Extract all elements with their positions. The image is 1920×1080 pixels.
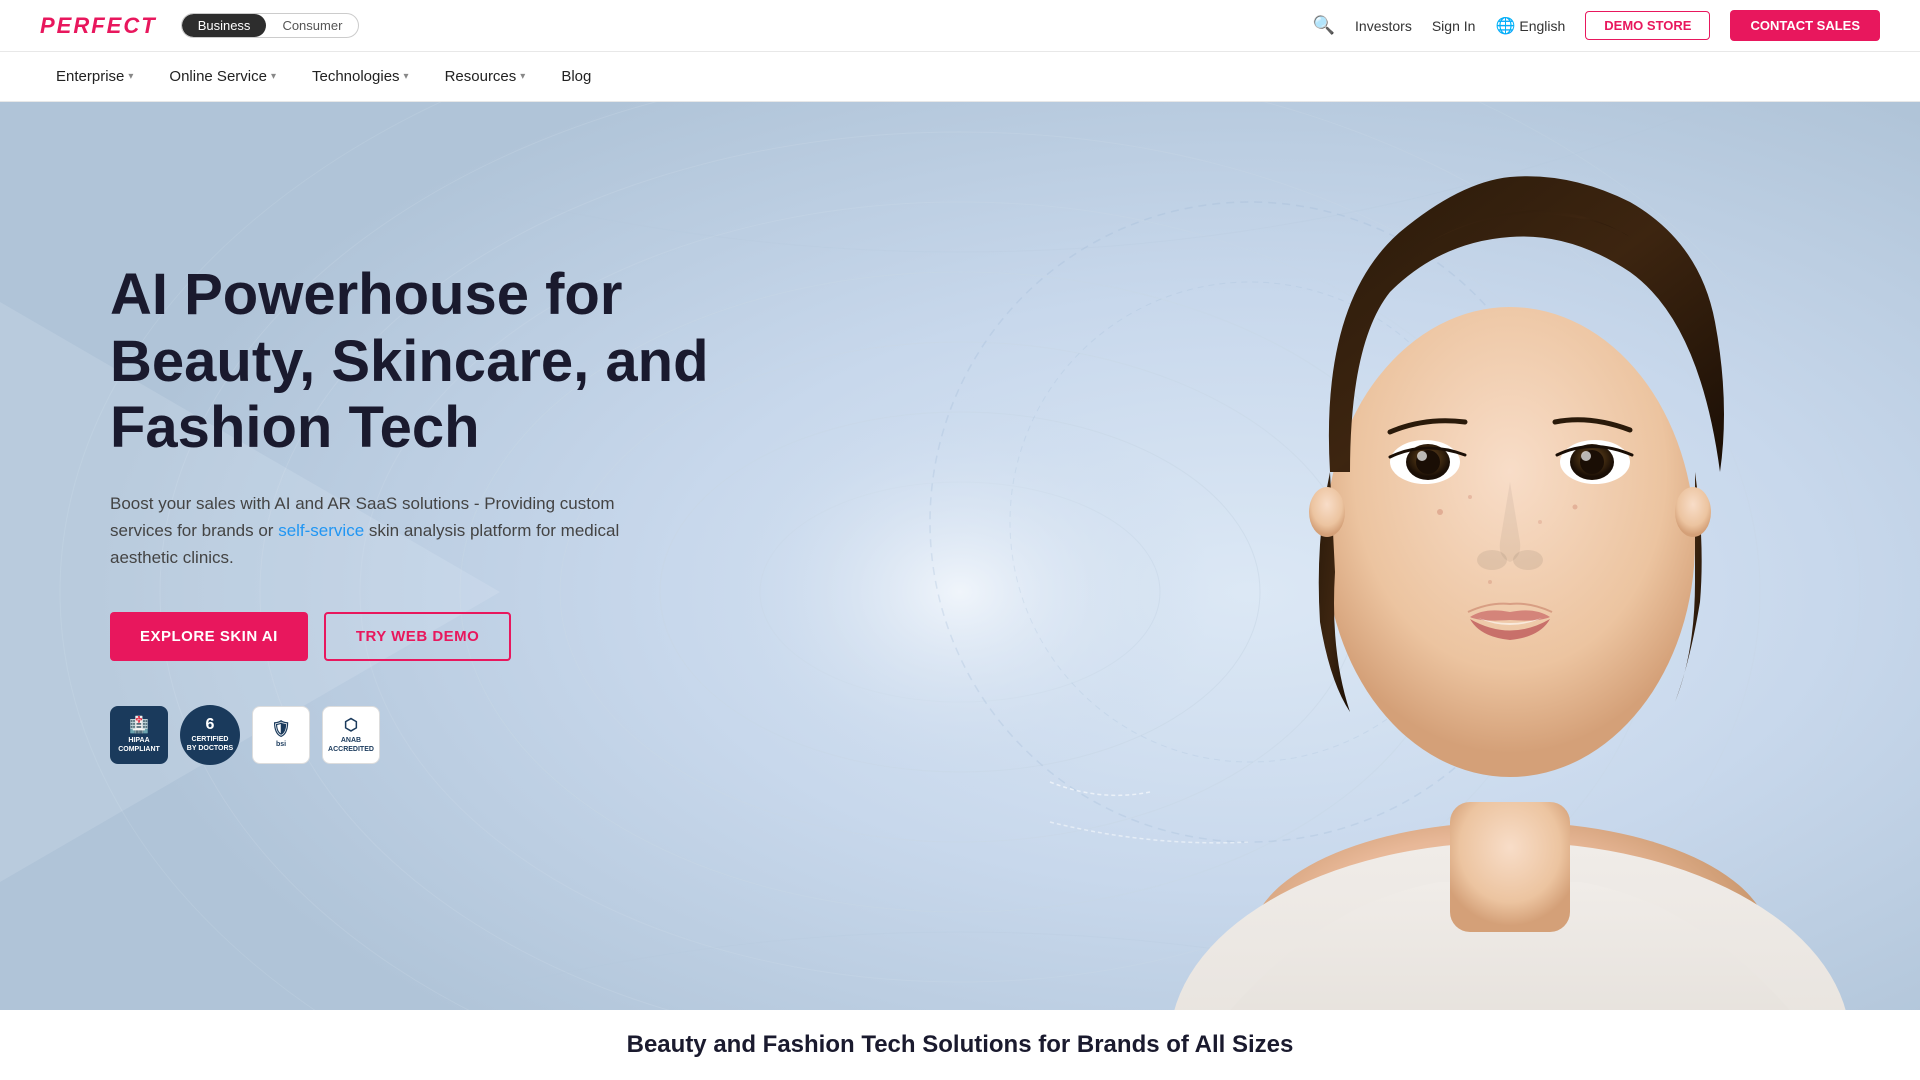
try-web-demo-button[interactable]: TRY WEB DEMO [324, 612, 512, 661]
chevron-down-icon: ▾ [404, 71, 409, 82]
hipaa-icon: 🏥 [129, 715, 149, 735]
nav-online-service[interactable]: Online Service ▾ [153, 60, 292, 93]
hero-buttons: EXPLORE SKIN AI TRY WEB DEMO [110, 612, 790, 661]
explore-skin-ai-button[interactable]: EXPLORE SKIN AI [110, 612, 308, 661]
hipaa-badge: 🏥 HIPAACOMPLIANT [110, 706, 168, 764]
anab-icon: ⬡ [344, 715, 358, 735]
bsi-icon: 🛡 [271, 719, 291, 739]
main-nav: Enterprise ▾ Online Service ▾ Technologi… [40, 60, 607, 93]
certification-badges: 🏥 HIPAACOMPLIANT 6 CERTIFIEDBY DOCTORS 🛡… [110, 705, 790, 765]
bsi-badge: 🛡 bsi [252, 706, 310, 764]
business-toggle[interactable]: Business [182, 14, 267, 37]
nav-technologies[interactable]: Technologies ▾ [296, 60, 425, 93]
top-left: PERFECT Business Consumer [40, 13, 359, 39]
nav-enterprise[interactable]: Enterprise ▾ [40, 60, 149, 93]
hero-section: AI Powerhouse for Beauty, Skincare, and … [0, 102, 1920, 1080]
globe-icon: 🌐 [1495, 16, 1515, 36]
search-button[interactable]: 🔍 [1313, 15, 1335, 36]
language-button[interactable]: 🌐 English [1495, 16, 1565, 36]
hero-title: AI Powerhouse for Beauty, Skincare, and … [110, 262, 790, 462]
certified-doctors-badge: 6 CERTIFIEDBY DOCTORS [180, 705, 240, 765]
signin-link[interactable]: Sign In [1432, 18, 1476, 34]
nav-blog[interactable]: Blog [545, 60, 607, 93]
consumer-toggle[interactable]: Consumer [266, 14, 358, 37]
top-bar: PERFECT Business Consumer 🔍 Investors Si… [0, 0, 1920, 52]
top-right: 🔍 Investors Sign In 🌐 English DEMO STORE… [1313, 10, 1880, 41]
contact-sales-button[interactable]: CONTACT SALES [1730, 10, 1880, 41]
hero-content: AI Powerhouse for Beauty, Skincare, and … [110, 262, 790, 765]
bottom-teaser-text: Beauty and Fashion Tech Solutions for Br… [627, 1031, 1294, 1059]
self-service-link[interactable]: self-service [278, 521, 364, 540]
hero-subtitle: Boost your sales with AI and AR SaaS sol… [110, 490, 670, 572]
certified-icon: 6 [206, 716, 215, 734]
chevron-down-icon: ▾ [271, 71, 276, 82]
demo-store-button[interactable]: DEMO STORE [1585, 11, 1710, 40]
chevron-down-icon: ▾ [520, 71, 525, 82]
nav-bar: Enterprise ▾ Online Service ▾ Technologi… [0, 52, 1920, 102]
investors-link[interactable]: Investors [1355, 18, 1412, 34]
hero-woman-image [1100, 122, 1920, 1022]
logo[interactable]: PERFECT [40, 13, 157, 39]
bottom-teaser: Beauty and Fashion Tech Solutions for Br… [0, 1010, 1920, 1080]
nav-resources[interactable]: Resources ▾ [429, 60, 542, 93]
language-label: English [1519, 18, 1565, 34]
chevron-down-icon: ▾ [128, 71, 133, 82]
mode-toggle: Business Consumer [181, 13, 360, 38]
anab-badge: ⬡ ANABACCREDITED [322, 706, 380, 764]
